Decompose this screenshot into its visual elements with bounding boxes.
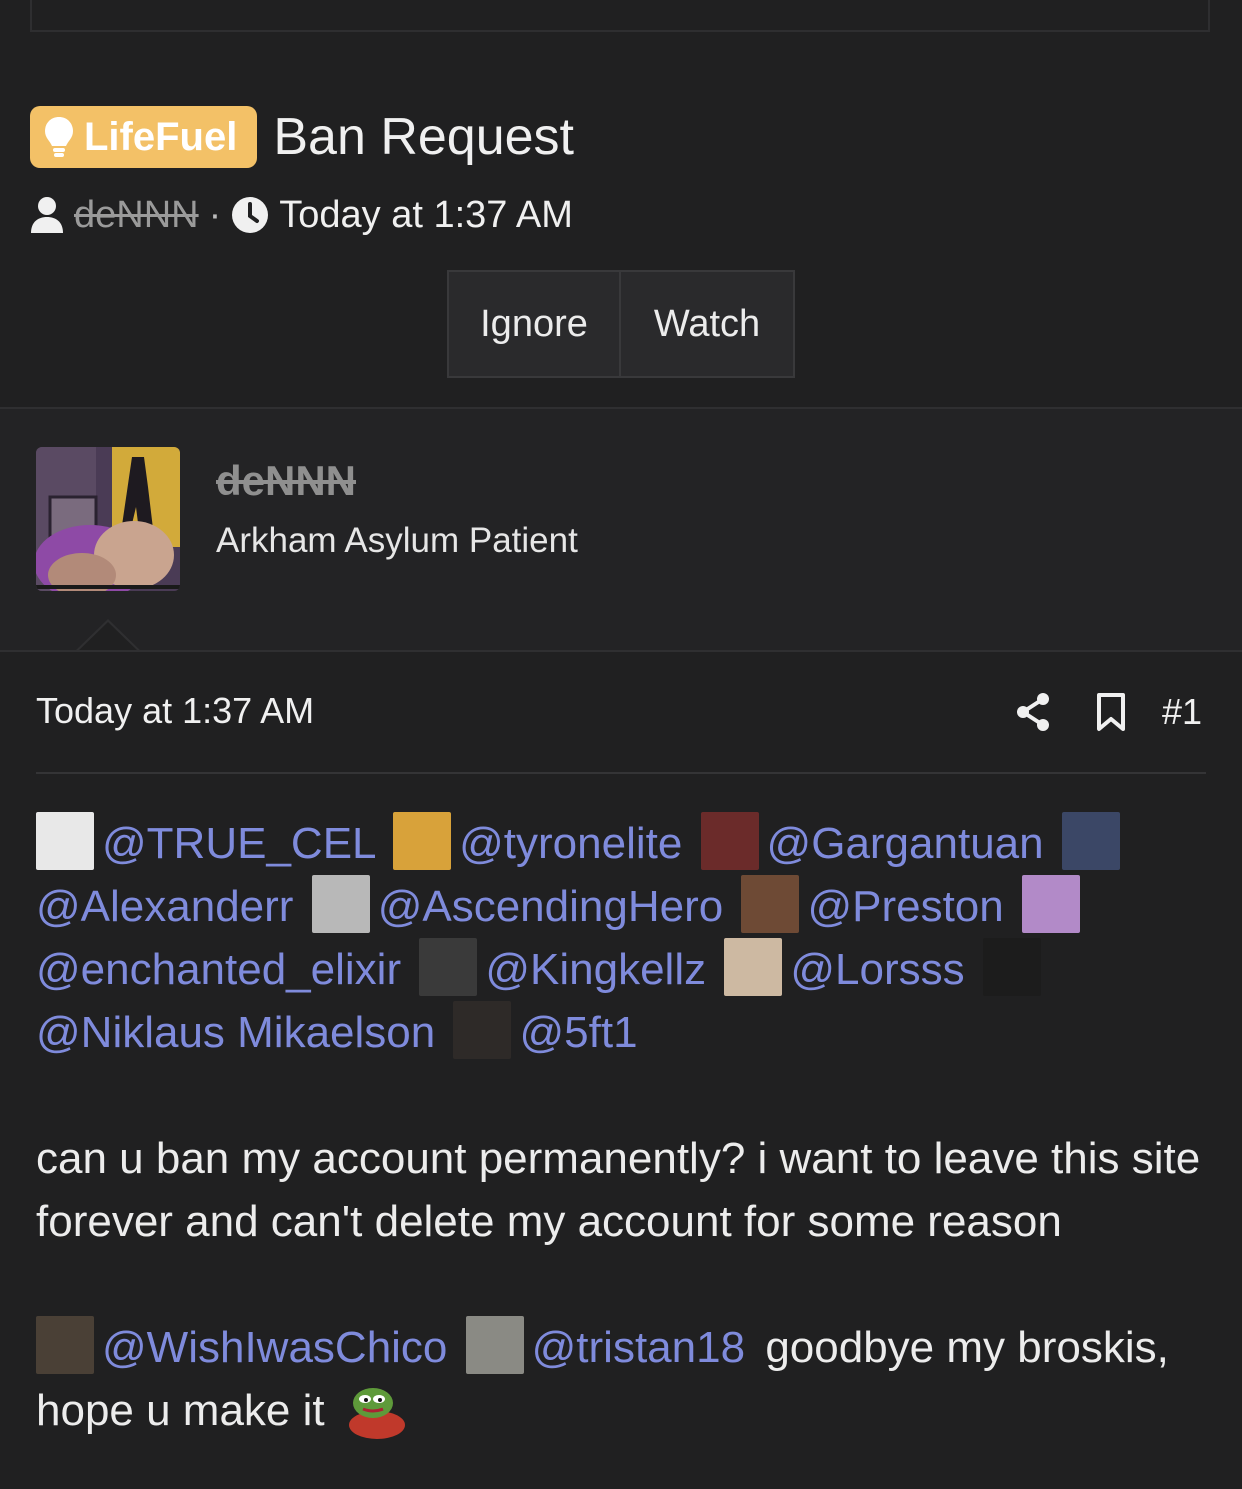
meta-separator: · [208, 193, 222, 236]
lightbulb-icon [45, 117, 73, 157]
avatar[interactable] [311, 875, 370, 933]
message-text: can u ban my account permanently? i want… [36, 1134, 1201, 1246]
thread-title-row: LifeFuel Ban Request [30, 102, 574, 172]
post-message: @TRUE_CEL @tyronelite @Gargantuan @Alexa… [36, 812, 1211, 1442]
mention-link[interactable]: @5ft1 [519, 1008, 637, 1057]
avatar[interactable] [700, 812, 759, 870]
mention-link[interactable]: @tristan18 [532, 1323, 745, 1372]
mention-link[interactable]: @enchanted_elixir [36, 945, 401, 994]
divider [36, 772, 1206, 774]
avatar[interactable] [741, 875, 800, 933]
thread-start-time[interactable]: Today at 1:37 AM [279, 194, 573, 237]
avatar[interactable] [453, 1001, 512, 1059]
avatar[interactable] [36, 1316, 94, 1374]
mention-link[interactable]: @Alexanderr [36, 882, 293, 931]
pepe-emoji [348, 1388, 405, 1439]
post-number-link[interactable]: #1 [1162, 691, 1202, 733]
divider [0, 650, 1242, 652]
previous-panel-frame [30, 0, 1210, 32]
avatar[interactable] [36, 447, 180, 591]
thread-meta: deNNN · Today at 1:37 AM [30, 190, 573, 240]
post-author-card: deNNN Arkham Asylum Patient [0, 409, 1242, 651]
avatar[interactable] [419, 938, 478, 996]
mentions-paragraph: @TRUE_CEL @tyronelite @Gargantuan @Alexa… [36, 812, 1211, 1064]
avatar[interactable] [982, 938, 1041, 996]
thread-starter-link[interactable]: deNNN [74, 194, 199, 237]
mention-link[interactable]: @Kingkellz [485, 945, 706, 994]
avatar[interactable] [465, 1316, 524, 1374]
mention-link[interactable]: @Lorsss [790, 945, 964, 994]
closing-paragraph: @WishIwasChico @tristan18 goodbye my bro… [36, 1316, 1211, 1442]
user-icon [31, 197, 63, 233]
watch-button[interactable]: Watch [621, 272, 793, 376]
avatar[interactable] [724, 938, 783, 996]
post-timestamp[interactable]: Today at 1:37 AM [36, 690, 314, 732]
mention-link[interactable]: @tyronelite [459, 819, 682, 868]
author-caret-fill [76, 622, 140, 653]
author-user-title: Arkham Asylum Patient [216, 521, 578, 560]
avatar[interactable] [1021, 875, 1080, 933]
mention-link[interactable]: @Niklaus Mikaelson [36, 1008, 435, 1057]
mention-link[interactable]: @AscendingHero [378, 882, 724, 931]
avatar[interactable] [1061, 812, 1120, 870]
mention-link[interactable]: @Gargantuan [767, 819, 1044, 868]
thread-prefix-badge[interactable]: LifeFuel [30, 106, 258, 168]
clock-icon [232, 197, 269, 233]
ignore-button[interactable]: Ignore [449, 272, 621, 376]
bookmark-icon[interactable] [1096, 692, 1126, 732]
author-username[interactable]: deNNN [216, 457, 356, 505]
mention-link[interactable]: @WishIwasChico [102, 1323, 447, 1372]
post-actions: #1 [1016, 686, 1202, 738]
avatar[interactable] [393, 812, 452, 870]
thread-action-buttons: Ignore Watch [447, 270, 795, 378]
thread-title: Ban Request [273, 108, 574, 166]
mention-link[interactable]: @TRUE_CEL [102, 819, 375, 868]
avatar[interactable] [36, 812, 94, 870]
prefix-label: LifeFuel [84, 114, 238, 159]
share-icon[interactable] [1016, 692, 1050, 732]
mention-link[interactable]: @Preston [807, 882, 1003, 931]
